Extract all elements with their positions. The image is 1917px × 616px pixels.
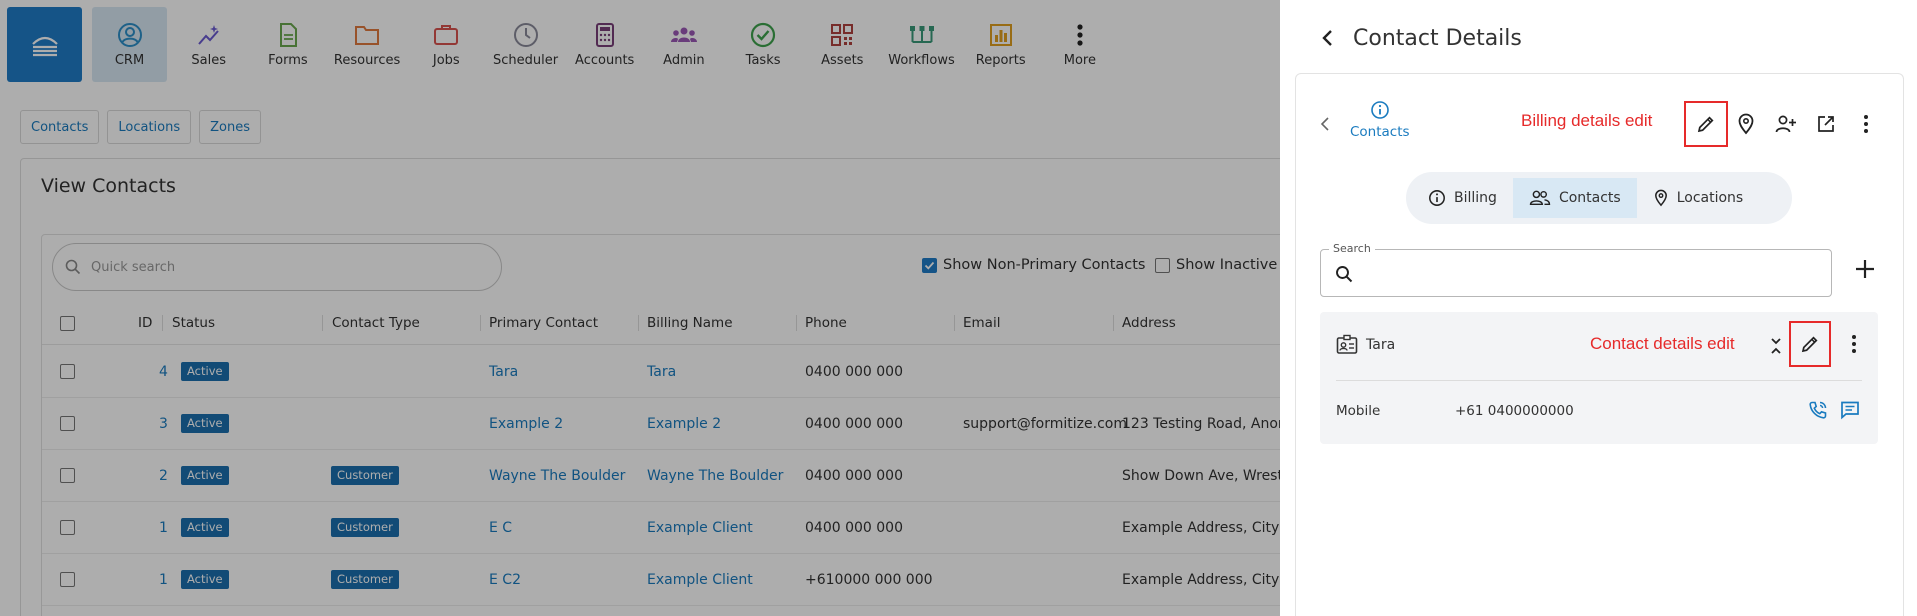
add-contact-button[interactable] [1774,112,1798,136]
add-button[interactable] [1854,258,1876,284]
details-segmented-control: Billing Contacts Locations [1406,172,1792,224]
contact-search-field[interactable]: Search [1320,242,1832,297]
segment-billing[interactable]: Billing [1412,178,1513,218]
pencil-icon [1801,336,1818,353]
add-location-button[interactable] [1734,112,1758,136]
info-icon [1370,101,1389,119]
chevron-left-icon [1322,30,1332,46]
segment-locations[interactable]: Locations [1637,178,1760,218]
billing-edit-button[interactable] [1694,112,1718,136]
drawer-title: Contact Details [1353,26,1522,51]
segment-contacts[interactable]: Contacts [1512,178,1637,218]
back-button[interactable] [1316,26,1340,50]
person-add-icon [1775,115,1796,133]
pencil-icon [1697,116,1714,133]
map-pin-icon [1738,113,1754,135]
segment-contacts-label: Contacts [1558,190,1621,206]
open-in-new-icon [1818,116,1834,132]
open-external-button[interactable] [1814,112,1838,136]
mobile-value: +61 0400000000 [1455,403,1574,419]
collapse-icon [1771,338,1781,354]
panel-back-button[interactable] [1318,116,1332,136]
search-icon [1336,266,1353,283]
people-icon [1529,190,1551,206]
segment-locations-label: Locations [1676,190,1744,206]
plus-icon [1856,260,1874,278]
contact-card-divider [1336,380,1862,381]
search-field-label: Search [1329,242,1375,255]
info-icon [1429,190,1445,206]
segment-billing-label: Billing [1454,190,1497,206]
contact-search-input[interactable] [1365,258,1815,288]
panel-tab-label: Contacts [1350,124,1410,140]
contact-details-panel: Contacts Billing details edit Billing Co… [1295,73,1904,616]
contact-details-drawer: Contact Details Contacts Billing details… [1280,0,1917,616]
contact-card: Tara Contact details edit Mobile +61 040… [1320,312,1878,444]
panel-more-button[interactable] [1854,112,1878,136]
contact-more-button[interactable] [1842,332,1866,356]
message-button[interactable] [1838,398,1862,422]
collapse-toggle-button[interactable] [1768,334,1784,358]
call-button[interactable] [1806,398,1830,422]
contact-edit-annotation: Contact details edit [1590,334,1735,353]
chevron-left-icon [1320,117,1329,131]
map-pin-icon [1654,189,1667,207]
contact-card-header[interactable]: Tara Contact details edit [1320,312,1878,380]
message-icon [1841,401,1859,420]
contact-card-icon [1336,334,1358,354]
contact-name: Tara [1366,337,1396,353]
more-vertical-icon [1864,115,1868,133]
modal-backdrop[interactable] [0,0,1280,616]
contact-edit-button[interactable] [1798,332,1822,356]
panel-tab-contacts[interactable]: Contacts [1350,100,1410,140]
phone-call-icon [1809,401,1827,419]
more-vertical-icon [1852,335,1856,353]
mobile-label: Mobile [1336,403,1381,419]
billing-edit-annotation: Billing details edit [1521,111,1653,130]
